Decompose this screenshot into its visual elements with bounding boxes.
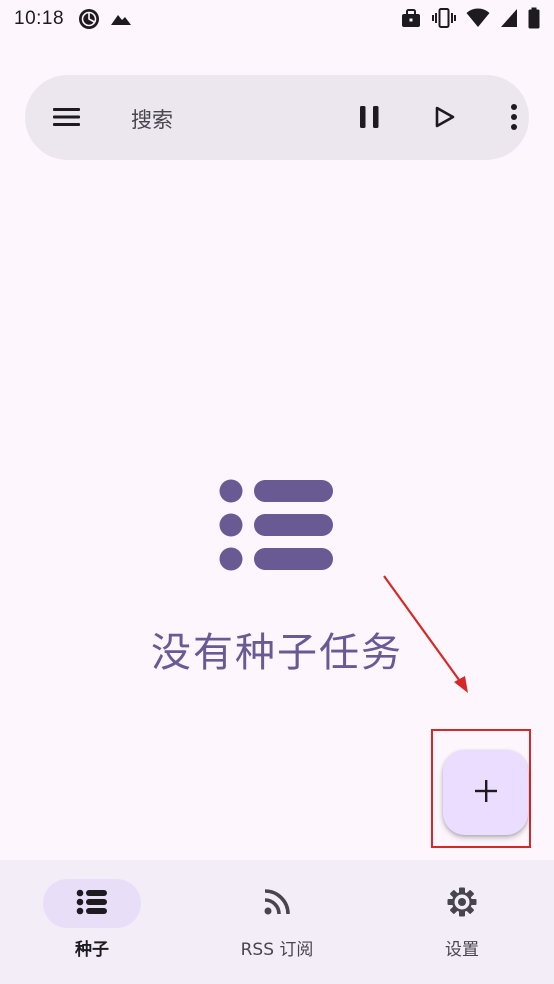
nav-label-settings: 设置: [445, 940, 479, 960]
search-placeholder[interactable]: 搜索: [131, 104, 173, 134]
nav-label-rss: RSS 订阅: [240, 940, 314, 960]
status-time: 10:18: [14, 8, 65, 29]
nav-active-indicator: [43, 879, 141, 928]
menu-icon[interactable]: [52, 103, 82, 131]
list-icon: [76, 889, 108, 919]
annotation-arrow: [370, 570, 480, 700]
pie-chart-icon: [78, 8, 100, 30]
pause-icon[interactable]: [355, 102, 385, 132]
play-icon[interactable]: [429, 102, 459, 132]
nav-item-rss[interactable]: RSS 订阅: [185, 860, 369, 984]
bottom-navigation: 种子 RSS 订阅 设置: [0, 860, 554, 984]
vibrate-icon: [432, 7, 456, 29]
settings-gear-icon: [446, 886, 478, 922]
empty-list-icon: [218, 478, 336, 572]
work-profile-icon: [400, 7, 422, 29]
nav-item-settings[interactable]: 设置: [370, 860, 554, 984]
more-vert-icon[interactable]: [499, 102, 529, 132]
nav-label-torrents: 种子: [75, 940, 109, 960]
battery-icon: [528, 7, 540, 29]
add-torrent-button[interactable]: [443, 750, 528, 835]
status-bar: 10:18: [0, 0, 554, 38]
wifi-icon: [466, 8, 490, 28]
status-right-icons: [400, 7, 540, 29]
mountain-icon: [110, 11, 132, 27]
cellular-signal-icon: [500, 8, 518, 28]
plus-icon: [473, 778, 499, 808]
search-bar[interactable]: 搜索: [25, 75, 529, 160]
nav-item-torrents[interactable]: 种子: [0, 860, 184, 984]
status-left-icons: [78, 8, 132, 30]
rss-icon: [262, 887, 292, 921]
